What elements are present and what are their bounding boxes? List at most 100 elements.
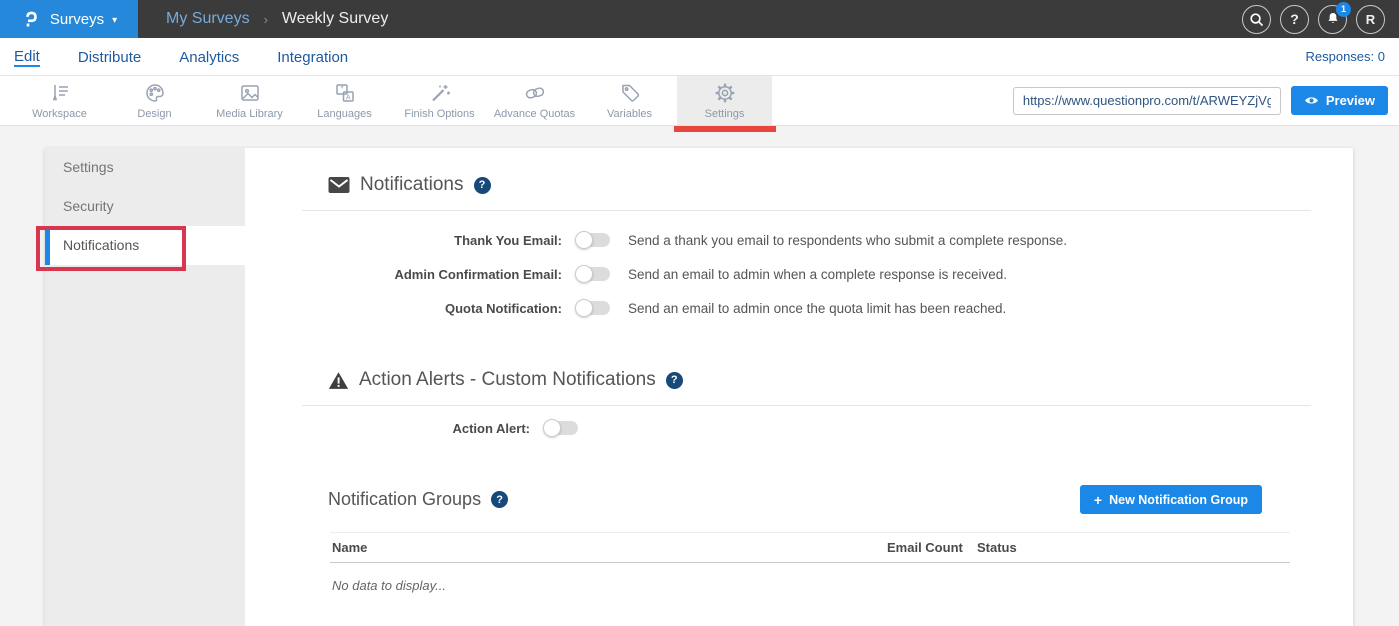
notification-groups-title: Notification Groups (328, 489, 481, 510)
section-title: Notifications (360, 174, 464, 196)
notification-groups-table: Name Email Count Status No data to displ… (330, 532, 1290, 593)
responses-count[interactable]: Responses: 0 (1306, 49, 1386, 64)
notification-count-badge: 1 (1336, 2, 1351, 17)
notifications-section-heading: Notifications ? (328, 174, 1311, 196)
sidebar-item-settings[interactable]: Settings (45, 148, 245, 187)
breadcrumb: My Surveys › Weekly Survey (166, 10, 388, 28)
thank-you-email-row: Thank You Email: Send a thank you email … (302, 223, 1311, 257)
media-library-icon (238, 81, 262, 105)
workspace-icon (48, 81, 72, 105)
column-header-name: Name (330, 533, 885, 563)
tab-distribute[interactable]: Distribute (78, 47, 141, 66)
toolbar-item-workspace[interactable]: Workspace (12, 76, 107, 125)
table-header-row: Name Email Count Status (330, 533, 1290, 563)
divider (302, 210, 1311, 211)
notification-toggle-rows: Thank You Email: Send a thank you email … (302, 223, 1311, 325)
action-alert-row: Action Alert: (302, 411, 1311, 445)
toolbar-item-variables[interactable]: Variables (582, 76, 677, 125)
thank-you-email-description: Send a thank you email to respondents wh… (628, 233, 1067, 248)
quota-notification-row: Quota Notification: Send an email to adm… (302, 291, 1311, 325)
preview-button-label: Preview (1326, 93, 1375, 108)
sidebar-item-security[interactable]: Security (45, 187, 245, 226)
toolbar-label: Languages (317, 108, 371, 120)
breadcrumb-my-surveys[interactable]: My Surveys (166, 10, 250, 28)
empty-table-message: No data to display... (330, 563, 1290, 593)
advance-quotas-chain-icon (523, 81, 547, 105)
action-alert-toggle[interactable] (543, 419, 578, 437)
avatar-initial: R (1366, 12, 1375, 27)
preview-button[interactable]: Preview (1291, 86, 1388, 115)
admin-confirmation-email-row: Admin Confirmation Email: Send an email … (302, 257, 1311, 291)
toolbar-item-design[interactable]: Design (107, 76, 202, 125)
envelope-icon (328, 177, 350, 193)
eye-icon (1304, 95, 1319, 106)
tab-edit[interactable]: Edit (14, 46, 40, 67)
breadcrumb-current-survey: Weekly Survey (282, 10, 388, 28)
quota-notification-label: Quota Notification: (302, 301, 562, 316)
quota-notification-description: Send an email to admin once the quota li… (628, 301, 1006, 316)
toolbar-label: Finish Options (404, 108, 474, 120)
settings-sidebar: Settings Security Notifications (45, 148, 245, 626)
design-palette-icon (143, 81, 167, 105)
new-notification-group-label: New Notification Group (1109, 493, 1248, 507)
thank-you-email-label: Thank You Email: (302, 233, 562, 248)
new-notification-group-button[interactable]: + New Notification Group (1080, 485, 1262, 514)
toolbar-item-finish-options[interactable]: Finish Options (392, 76, 487, 125)
account-avatar[interactable]: R (1356, 5, 1385, 34)
toolbar-label: Workspace (32, 108, 87, 120)
settings-panel: Settings Security Notifications Notifica… (45, 148, 1353, 626)
svg-text:*: * (340, 85, 343, 94)
notifications-content: Notifications ? Thank You Email: Send a … (245, 148, 1353, 626)
toolbar-label: Design (137, 108, 171, 120)
admin-confirmation-email-description: Send an email to admin when a complete r… (628, 267, 1007, 282)
quota-notification-toggle[interactable] (575, 299, 610, 317)
plus-icon: + (1094, 492, 1102, 508)
languages-icon: * A (333, 81, 357, 105)
survey-url-input[interactable] (1013, 87, 1281, 115)
notification-groups-header: Notification Groups ? + New Notification… (328, 485, 1311, 514)
toolbar-item-languages[interactable]: * A Languages (297, 76, 392, 125)
notification-groups-help-icon[interactable]: ? (491, 491, 508, 508)
questionpro-logo-icon (21, 9, 42, 30)
tab-analytics[interactable]: Analytics (179, 47, 239, 66)
sidebar-item-notifications[interactable]: Notifications (45, 226, 245, 265)
warning-triangle-icon (328, 371, 349, 390)
tab-integration[interactable]: Integration (277, 47, 348, 66)
edit-toolbar: Workspace Design Media Library * A Langu… (0, 76, 1399, 126)
notifications-button[interactable]: 1 (1318, 5, 1347, 34)
settings-gear-icon (713, 81, 737, 105)
divider (302, 405, 1311, 406)
action-alert-rows: Action Alert: (302, 411, 1311, 445)
toolbar-label: Variables (607, 108, 652, 120)
toolbar-item-settings[interactable]: Settings (677, 76, 772, 125)
toolbar-right: Preview (1013, 76, 1399, 125)
toolbar-label: Media Library (216, 108, 283, 120)
toolbar-item-advance-quotas[interactable]: Advance Quotas (487, 76, 582, 125)
chevron-down-icon: ▾ (112, 15, 117, 26)
search-button[interactable] (1242, 5, 1271, 34)
column-header-status: Status (975, 533, 1290, 563)
product-switcher[interactable]: Surveys ▾ (0, 0, 138, 38)
action-alert-label: Action Alert: (302, 421, 530, 436)
variables-tag-icon (618, 81, 642, 105)
thank-you-email-toggle[interactable] (575, 231, 610, 249)
svg-text:A: A (345, 94, 350, 101)
column-header-email-count: Email Count (885, 533, 975, 563)
toolbar-item-media-library[interactable]: Media Library (202, 76, 297, 125)
header-actions: ? 1 R (1242, 5, 1385, 34)
top-header: Surveys ▾ My Surveys › Weekly Survey ? 1… (0, 0, 1399, 38)
question-mark-icon: ? (1290, 11, 1299, 27)
action-alerts-section-heading: Action Alerts - Custom Notifications ? (328, 369, 1311, 391)
section-title: Action Alerts - Custom Notifications (359, 369, 656, 391)
admin-confirmation-email-label: Admin Confirmation Email: (302, 267, 562, 282)
finish-options-wand-icon (428, 81, 452, 105)
search-icon (1248, 11, 1265, 28)
action-alerts-help-icon[interactable]: ? (666, 372, 683, 389)
breadcrumb-separator-icon: › (264, 12, 268, 27)
toolbar-label: Settings (705, 108, 745, 120)
toolbar-label: Advance Quotas (494, 108, 575, 120)
survey-nav: Edit Distribute Analytics Integration Re… (0, 38, 1399, 76)
notifications-help-icon[interactable]: ? (474, 177, 491, 194)
help-button[interactable]: ? (1280, 5, 1309, 34)
admin-confirmation-email-toggle[interactable] (575, 265, 610, 283)
